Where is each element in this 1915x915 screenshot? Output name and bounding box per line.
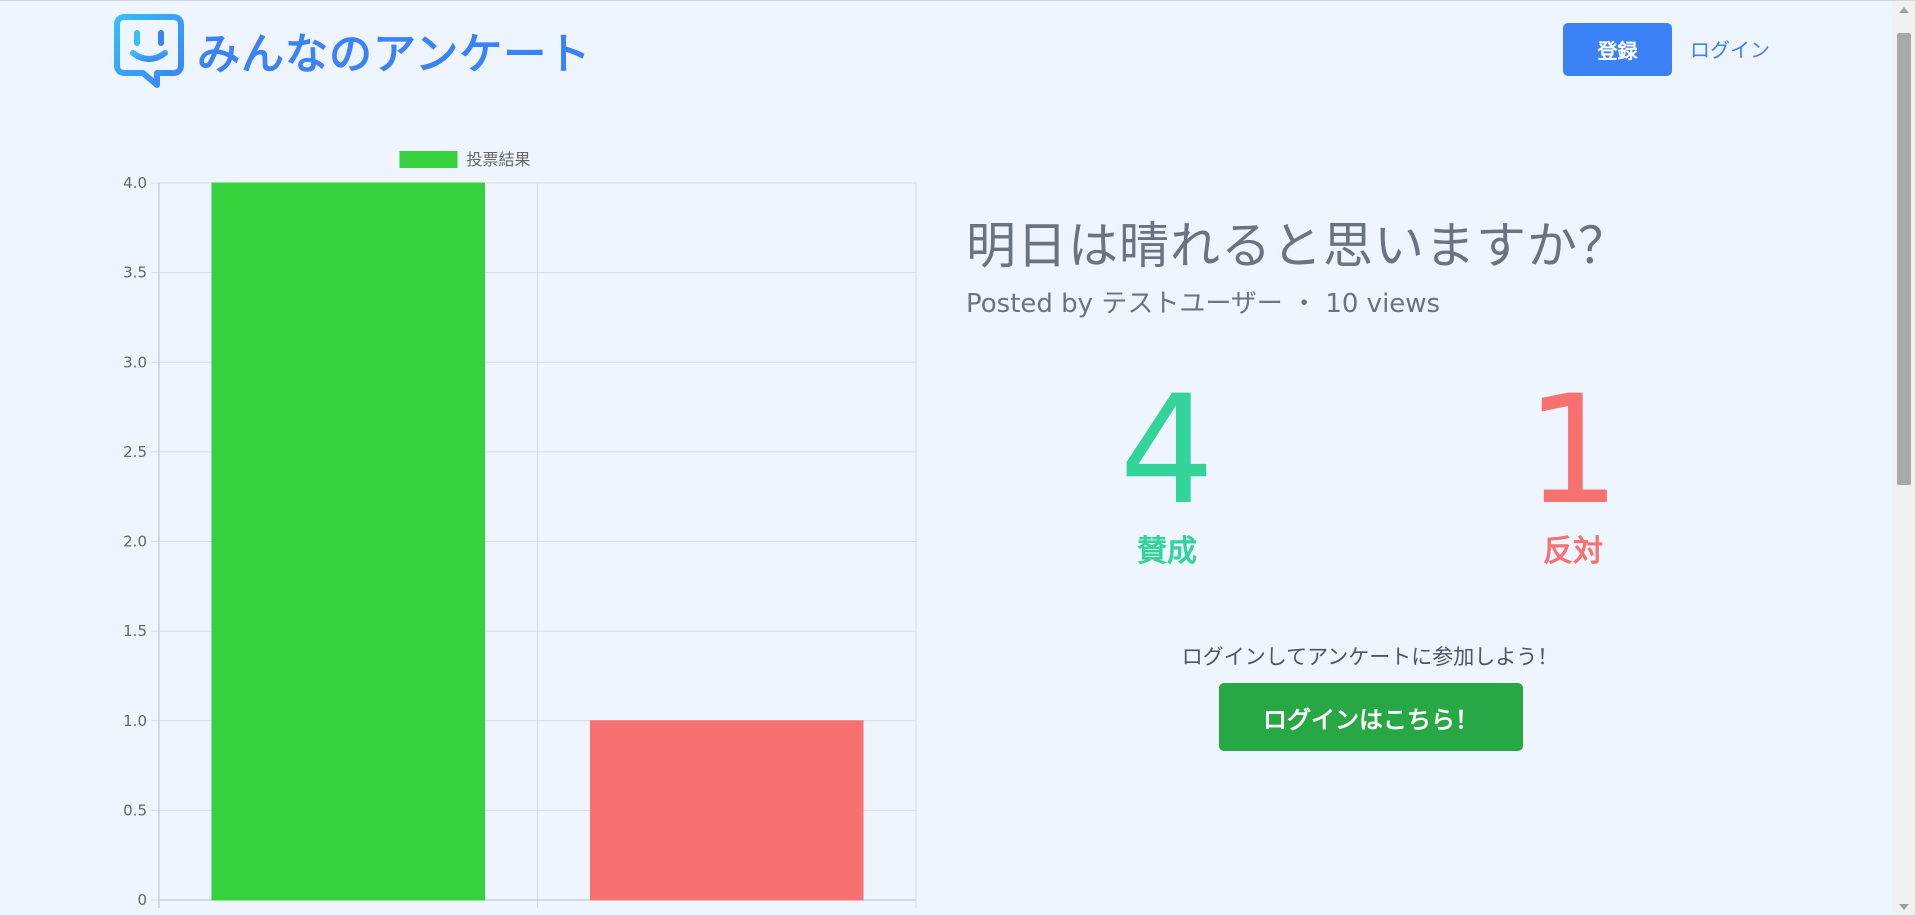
- login-prompt: ログインしてアンケートに参加しよう！: [1181, 645, 1559, 669]
- register-button[interactable]: 登録: [1563, 23, 1672, 76]
- y-tick-label: 2.0: [123, 533, 147, 551]
- site-title: みんなのアンケート: [197, 30, 592, 80]
- vote-chart-svg: 4.0 3.5 3.0 2.5 2.0 1.5 1.0 0.5 0 投票結果: [123, 150, 917, 909]
- y-tick-label: 4.0: [123, 174, 147, 192]
- y-tick-label: 1.0: [123, 712, 147, 730]
- poll-meta: Posted by テストユーザー ・ 10 views: [966, 289, 1441, 319]
- vote-chart: 4.0 3.5 3.0 2.5 2.0 1.5 1.0 0.5 0 投票結果: [100, 136, 930, 915]
- y-tick-label: 3.5: [123, 264, 147, 282]
- y-tick-label: 1.5: [123, 622, 147, 640]
- y-tick-label: 2.5: [123, 443, 147, 461]
- y-tick-label: 0.5: [123, 801, 147, 819]
- smiley-chat-icon: [114, 14, 184, 88]
- legend-label: 投票結果: [467, 150, 531, 169]
- scroll-down-arrow-icon[interactable]: [1899, 904, 1909, 910]
- y-tick-label: 0: [137, 891, 147, 909]
- y-tick-label: 3.0: [123, 353, 147, 371]
- legend-swatch: [399, 151, 458, 168]
- scroll-up-arrow-icon[interactable]: [1899, 7, 1909, 13]
- vertical-scrollbar[interactable]: [1892, 1, 1915, 915]
- agree-count: 4: [1119, 364, 1215, 538]
- bar-1: [589, 720, 864, 901]
- poll-title: 明日は晴れると思いますか？: [966, 217, 1629, 275]
- oppose-count: 1: [1525, 364, 1621, 538]
- oppose-label: 反対: [1543, 534, 1603, 569]
- agree-label: 賛成: [1137, 534, 1197, 569]
- bar-0: [211, 182, 486, 901]
- login-cta-button[interactable]: ログインはこちら！: [1219, 683, 1523, 751]
- page: みんなのアンケート 登録 ログイン 4.0 3.5 3.0 2.5 2.0 1.5 1.0 0…: [0, 0, 1915, 915]
- login-link[interactable]: ログイン: [1690, 34, 1770, 63]
- site-logo[interactable]: みんなのアンケート: [113, 13, 591, 89]
- scroll-thumb[interactable]: [1897, 33, 1911, 485]
